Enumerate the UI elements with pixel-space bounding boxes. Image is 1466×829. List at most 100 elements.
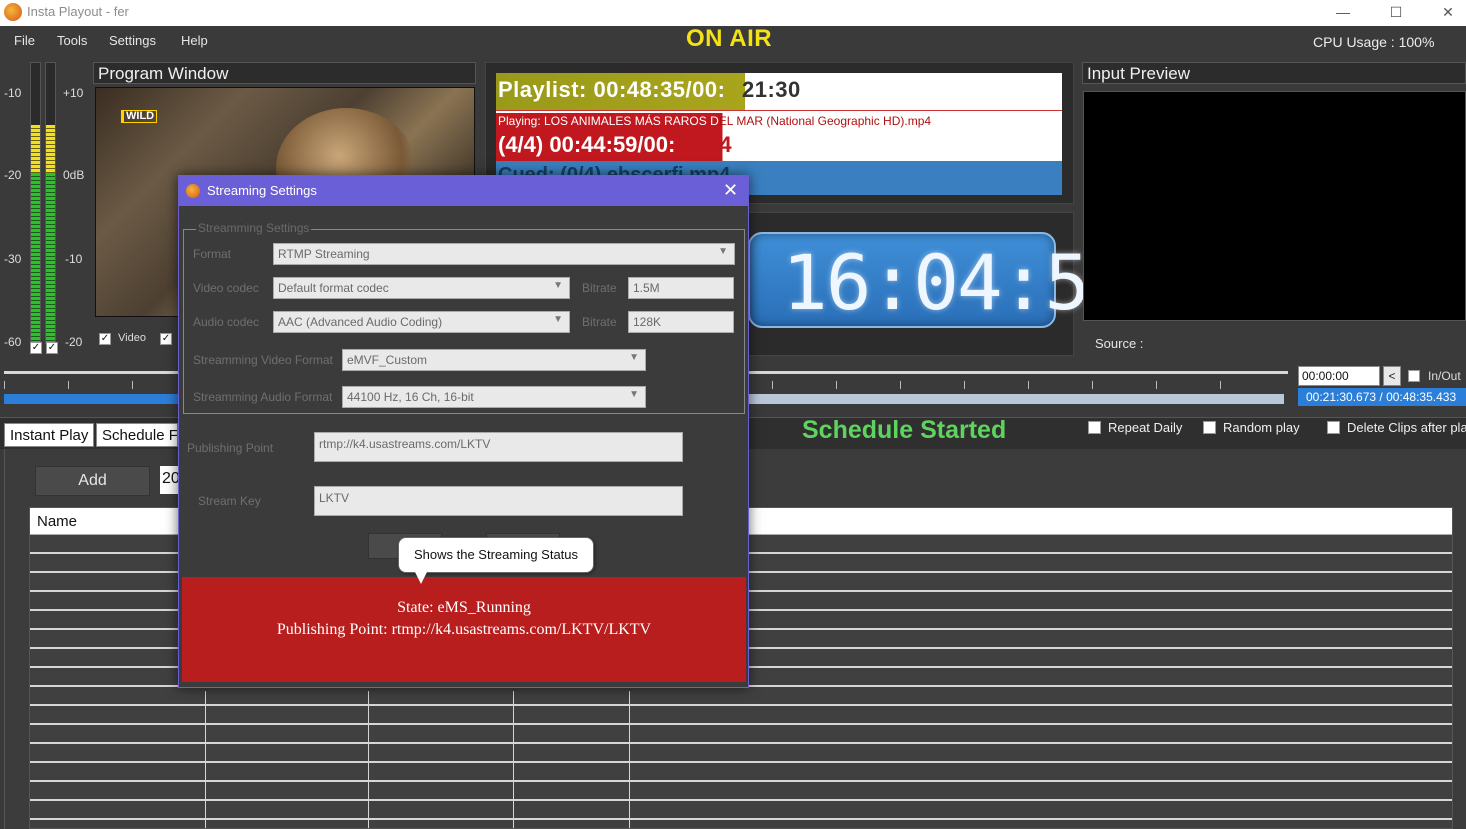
video-codec-label: Video codec bbox=[193, 281, 259, 295]
audio-format-value: 44100 Hz, 16 Ch, 16-bit bbox=[347, 390, 474, 404]
dialog-title-bar: Streaming Settings ✕ bbox=[179, 176, 748, 206]
format-select[interactable]: RTMP Streaming ▼ bbox=[273, 243, 735, 265]
maximize-button[interactable]: ☐ bbox=[1373, 0, 1419, 26]
repeat-daily-checkbox[interactable] bbox=[1088, 421, 1101, 434]
clip-count-b: 27:04 bbox=[675, 132, 732, 157]
chevron-down-icon: ▼ bbox=[553, 314, 563, 325]
meter-label-left: -20 bbox=[4, 168, 22, 182]
program-window-header: Program Window bbox=[93, 62, 476, 84]
audio-codec-select[interactable]: AAC (Advanced Audio Coding) ▼ bbox=[273, 311, 570, 333]
clock-time: 16:04:54 bbox=[782, 238, 1134, 327]
minimize-button[interactable]: — bbox=[1320, 0, 1366, 26]
meter-label-left: -10 bbox=[4, 86, 22, 100]
chevron-down-icon: ▼ bbox=[629, 389, 639, 400]
time-readout: 00:21:30.673 / 00:48:35.433 bbox=[1298, 388, 1466, 406]
delete-clips-checkbox[interactable] bbox=[1327, 421, 1340, 434]
delete-clips-label: Delete Clips after play bbox=[1347, 420, 1466, 435]
chevron-down-icon: ▼ bbox=[718, 246, 728, 257]
clip-count-time: (4/4) 00:44:59/00:27:04 bbox=[498, 132, 732, 158]
window-title: Insta Playout - fer bbox=[27, 4, 129, 19]
meter-label-right: +10 bbox=[63, 86, 84, 100]
audio-meters: -10 -20 -30 -60 +10 0dB -10 -20 ✓ ✓ bbox=[0, 58, 92, 358]
tab-instant-play[interactable]: Instant Play bbox=[4, 423, 95, 447]
grid-column-divider bbox=[513, 691, 514, 828]
right-channel-checkbox[interactable]: ✓ bbox=[46, 342, 58, 354]
audio-format-select[interactable]: 44100 Hz, 16 Ch, 16-bit ▼ bbox=[342, 386, 646, 408]
video-bitrate-label: Bitrate bbox=[582, 281, 617, 295]
left-level-fill bbox=[31, 124, 40, 343]
tab-schedule[interactable]: Schedule F bbox=[96, 423, 178, 447]
meter-peak-segment bbox=[46, 124, 55, 173]
add-button[interactable]: Add bbox=[35, 466, 150, 496]
meter-label-left: -30 bbox=[4, 252, 22, 266]
audio-format-label: Streamming Audio Format bbox=[193, 390, 333, 404]
input-preview-title: Input Preview bbox=[1087, 64, 1190, 83]
audio-bitrate-label: Bitrate bbox=[582, 315, 617, 329]
video-codec-value: Default format codec bbox=[278, 281, 389, 295]
format-label: Format bbox=[193, 247, 232, 261]
dialog-close-icon[interactable]: ✕ bbox=[723, 180, 738, 201]
video-bitrate-input[interactable]: 1.5M bbox=[628, 277, 734, 299]
streaming-state: State: eMS_Running bbox=[397, 599, 531, 616]
now-playing-a: Playing: LOS ANIMALES MÁS RAROS D bbox=[498, 114, 719, 128]
grid-column-divider bbox=[368, 691, 369, 828]
publishing-point-label: Publishing Point bbox=[187, 441, 274, 455]
video-checkbox-label: Video bbox=[118, 332, 146, 344]
random-play-checkbox[interactable] bbox=[1203, 421, 1216, 434]
app-logo-icon bbox=[186, 184, 200, 198]
schedule-status: Schedule Started bbox=[802, 416, 1007, 444]
repeat-daily-label: Repeat Daily bbox=[1108, 420, 1183, 435]
meter-peak-segment bbox=[31, 124, 40, 173]
video-format-label: Streamming Video Format bbox=[193, 353, 333, 367]
chevron-down-icon: ▼ bbox=[553, 280, 563, 291]
menu-file[interactable]: File bbox=[14, 33, 35, 48]
tooltip-pointer bbox=[415, 572, 427, 584]
group-legend: Streamming Settings bbox=[196, 221, 312, 235]
inout-label: In/Out bbox=[1428, 369, 1461, 383]
random-play-label: Random play bbox=[1223, 420, 1300, 435]
menu-tools[interactable]: Tools bbox=[57, 33, 87, 48]
digital-clock: 16:04:54 bbox=[748, 232, 1134, 328]
right-level-meter bbox=[45, 62, 56, 344]
playlist-time-tail: 21:30 bbox=[742, 77, 801, 102]
audio-checkbox[interactable]: ✓ bbox=[160, 333, 172, 345]
menu-settings[interactable]: Settings bbox=[109, 33, 156, 48]
inout-checkbox[interactable] bbox=[1408, 370, 1420, 382]
stream-key-input[interactable]: LKTV bbox=[314, 486, 683, 516]
timecode-input[interactable]: 00:00:00 bbox=[1298, 366, 1380, 386]
chevron-down-icon: ▼ bbox=[629, 352, 639, 363]
audio-bitrate-input[interactable]: 128K bbox=[628, 311, 734, 333]
streaming-status-panel: State: eMS_Running Publishing Point: rtm… bbox=[182, 577, 746, 682]
format-value: RTMP Streaming bbox=[278, 247, 370, 261]
column-header-name[interactable]: Name bbox=[37, 513, 77, 530]
playlist-time-row: Playlist: 00:48:35/00: 21:30 bbox=[496, 73, 1062, 111]
input-preview-video bbox=[1083, 91, 1466, 321]
right-level-fill bbox=[46, 124, 55, 343]
on-air-indicator: ON AIR bbox=[686, 25, 773, 52]
video-format-select[interactable]: eMVF_Custom ▼ bbox=[342, 349, 646, 371]
stream-key-label: Stream Key bbox=[198, 494, 261, 508]
meter-label-left: -60 bbox=[4, 335, 22, 349]
video-format-value: eMVF_Custom bbox=[347, 353, 428, 367]
menu-help[interactable]: Help bbox=[181, 33, 208, 48]
streaming-status-tooltip: Shows the Streaming Status bbox=[398, 537, 594, 573]
publishing-point-input[interactable]: rtmp://k4.usastreams.com/LKTV bbox=[314, 432, 683, 462]
now-playing-b: EL MAR (National Geographic HD).mp4 bbox=[718, 114, 932, 128]
left-level-meter bbox=[30, 62, 41, 344]
grid-column-divider bbox=[629, 691, 630, 828]
cpu-usage: CPU Usage : 100% bbox=[1313, 34, 1435, 50]
close-window-button[interactable]: ✕ bbox=[1425, 0, 1466, 26]
meter-label-right: -10 bbox=[65, 252, 83, 266]
left-channel-checkbox[interactable]: ✓ bbox=[30, 342, 42, 354]
app-logo-icon bbox=[4, 3, 22, 21]
video-codec-select[interactable]: Default format codec ▼ bbox=[273, 277, 570, 299]
audio-codec-label: Audio codec bbox=[193, 315, 260, 329]
program-window-title: Program Window bbox=[98, 64, 229, 83]
meter-label-right: 0dB bbox=[63, 168, 85, 182]
video-checkbox[interactable]: ✓ bbox=[99, 333, 111, 345]
input-preview-header: Input Preview bbox=[1082, 62, 1466, 84]
step-back-button[interactable]: < bbox=[1383, 366, 1401, 386]
streaming-settings-dialog: Streaming Settings ✕ Streamming Settings… bbox=[178, 175, 749, 688]
channel-logo: WILD bbox=[121, 110, 158, 123]
clip-count-a: (4/4) 00:44:59/00: bbox=[498, 132, 676, 157]
